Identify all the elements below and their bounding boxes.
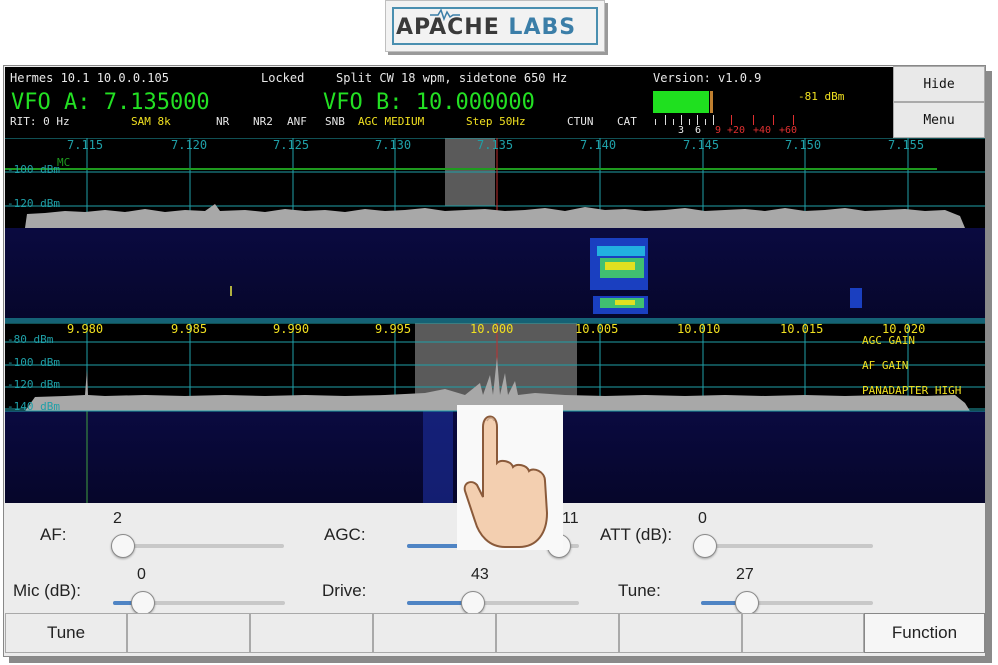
drive-value: 43 [471, 566, 489, 583]
pan-b-db-80: -80 dBm [7, 333, 54, 346]
signal-level: -81 dBm [798, 90, 845, 103]
pan-b-freq-7: 10.015 [780, 323, 824, 336]
pan-a-freq-4: 7.135 [477, 138, 514, 152]
menu-button[interactable]: Menu [893, 102, 985, 138]
mode-status: Split CW 18 wpm, sidetone 650 Hz [336, 71, 568, 85]
tune-label: Tune: [618, 581, 661, 600]
scale-6: 6 [695, 125, 702, 136]
pan-b-freq-3: 9.995 [375, 323, 412, 336]
mic-value: 0 [137, 566, 146, 583]
ctun-toggle[interactable]: CTUN [567, 115, 594, 128]
overlay-af-gain: AF GAIN [862, 359, 909, 372]
memory-marker: MC [57, 156, 71, 169]
pan-b-db-120: -120 dBm [7, 378, 60, 391]
scale-plus20: +20 [727, 125, 746, 136]
mic-label: Mic (dB): [13, 581, 81, 600]
pan-b-db-140: -140 dBm [7, 400, 60, 413]
panadapter-a[interactable]: 7.115 7.120 7.125 7.130 7.135 7.140 7.14… [5, 138, 985, 323]
version-label: Version: v1.0.9 [653, 71, 762, 85]
pan-a-freq-5: 7.140 [580, 138, 617, 152]
nr2-toggle[interactable]: NR2 [253, 115, 273, 128]
agc-value: 11 [562, 510, 579, 527]
drive-slider[interactable] [407, 601, 579, 605]
scale-plus60: +60 [779, 125, 798, 136]
lock-status: Locked [261, 71, 305, 85]
s-meter-scale [653, 113, 813, 125]
att-slider-thumb[interactable] [693, 534, 717, 558]
radio-id: Hermes 10.1 10.0.0.105 [10, 71, 169, 85]
cat-toggle[interactable]: CAT [617, 115, 637, 128]
att-slider[interactable] [701, 544, 873, 548]
agc-label: AGC: [324, 525, 366, 544]
pan-a-freq-1: 7.120 [171, 138, 208, 152]
pan-a-freq-7: 7.150 [785, 138, 822, 152]
hide-button[interactable]: Hide [893, 66, 985, 102]
pan-b-freq-5: 10.005 [575, 323, 619, 336]
pan-a-freq-0: 7.115 [67, 138, 104, 152]
pan-a-db-120: -120 dBm [7, 197, 60, 210]
rit-label[interactable]: RIT: 0 Hz [10, 115, 70, 128]
tune-button[interactable]: Tune [5, 613, 127, 653]
pan-b-freq-6: 10.010 [677, 323, 721, 336]
pan-a-freq-6: 7.145 [683, 138, 720, 152]
signal-meter-bar [653, 91, 713, 113]
function-slot-4[interactable] [496, 613, 619, 653]
pointing-hand-icon [463, 415, 549, 548]
af-value: 2 [113, 510, 122, 527]
vfo-b-readout[interactable]: VFO B: 10.000000 [323, 90, 535, 115]
filter-mode[interactable]: SAM 8k [131, 115, 171, 128]
af-label: AF: [40, 525, 67, 544]
tune-slider[interactable] [701, 601, 873, 605]
att-label: ATT (dB): [600, 525, 673, 544]
logo-apache: APACHE [396, 15, 500, 40]
pan-a-freq-3: 7.130 [375, 138, 412, 152]
agc-setting[interactable]: AGC MEDIUM [358, 115, 424, 128]
pan-a-freq-2: 7.125 [273, 138, 310, 152]
function-slot-2[interactable] [250, 613, 373, 653]
af-slider[interactable] [112, 544, 284, 548]
tune-slider-thumb[interactable] [735, 591, 760, 615]
af-slider-thumb[interactable] [111, 534, 136, 558]
logo-text: APACHE LABS [396, 15, 576, 40]
pan-a-db-100: -100 dBm [7, 163, 60, 176]
overlay-panadapter-high: PANADAPTER HIGH [862, 384, 962, 397]
drive-label: Drive: [322, 581, 367, 600]
app-window: Hermes 10.1 10.0.0.105 Locked Split CW 1… [3, 65, 986, 657]
pan-b-freq-1: 9.985 [171, 323, 208, 336]
function-slot-6[interactable] [742, 613, 864, 653]
snb-toggle[interactable]: SNB [325, 115, 345, 128]
pan-b-freq-4: 10.000 [470, 323, 514, 336]
panadapter-a-graphics [5, 138, 985, 323]
att-value: 0 [698, 510, 707, 527]
nr-toggle[interactable]: NR [216, 115, 229, 128]
pan-b-freq-0: 9.980 [67, 323, 104, 336]
vfo-a-readout[interactable]: VFO A: 7.135000 [11, 90, 210, 115]
anf-toggle[interactable]: ANF [287, 115, 307, 128]
pan-b-freq-2: 9.990 [273, 323, 310, 336]
info-panel: Hermes 10.1 10.0.0.105 Locked Split CW 1… [5, 67, 893, 138]
drive-slider-thumb[interactable] [461, 591, 486, 615]
touch-hand-overlay [457, 405, 563, 550]
tune-value: 27 [736, 566, 754, 583]
step-setting[interactable]: Step 50Hz [466, 115, 526, 128]
scale-plus40: +40 [753, 125, 772, 136]
function-slot-1[interactable] [127, 613, 250, 653]
function-slot-5[interactable] [619, 613, 742, 653]
pan-a-freq-8: 7.155 [888, 138, 925, 152]
apache-labs-logo: APACHE LABS [385, 0, 605, 52]
scale-9: 9 [715, 125, 722, 136]
mic-slider-thumb[interactable] [131, 591, 156, 615]
function-slot-3[interactable] [373, 613, 496, 653]
pan-b-db-100: -100 dBm [7, 356, 60, 369]
scale-3: 3 [678, 125, 685, 136]
logo-labs: LABS [508, 15, 577, 40]
function-button[interactable]: Function [864, 613, 985, 653]
overlay-agc-gain: AGC GAIN [862, 334, 915, 347]
